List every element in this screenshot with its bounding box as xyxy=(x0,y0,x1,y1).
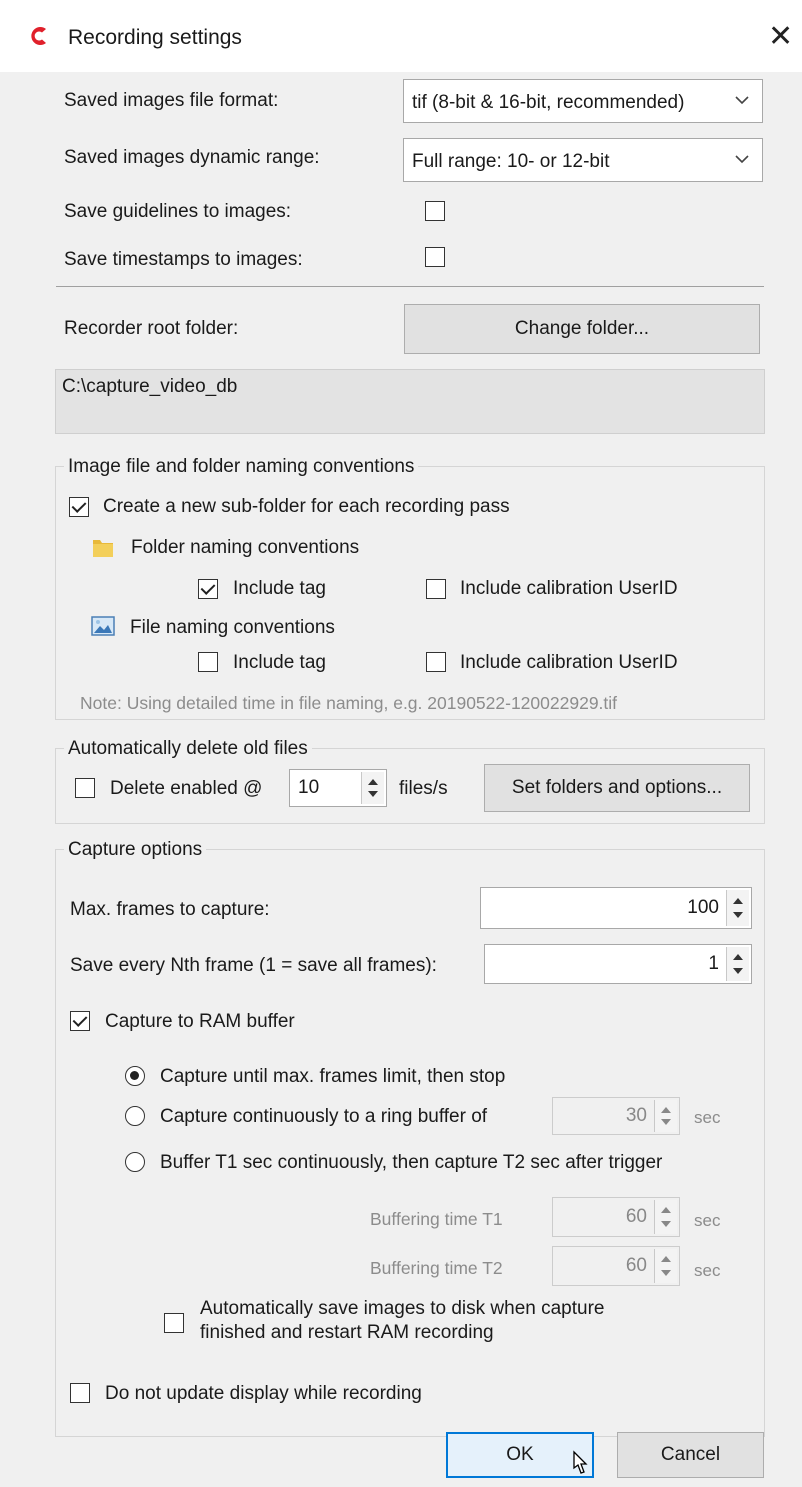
max-frames-stepper[interactable]: 100 xyxy=(480,887,752,929)
max-frames-value: 100 xyxy=(687,897,719,918)
radio-capture-until-limit-label[interactable]: Capture until max. frames limit, then st… xyxy=(160,1066,505,1088)
dynamic-range-label: Saved images dynamic range: xyxy=(64,147,320,168)
capture-group-title: Capture options xyxy=(64,839,207,861)
file-include-userid-label[interactable]: Include calibration UserID xyxy=(460,652,678,674)
radio-buffer-t1-t2[interactable] xyxy=(125,1152,145,1172)
window-title: Recording settings xyxy=(68,26,242,49)
dynamic-range-select[interactable]: Full range: 10- or 12-bit xyxy=(403,138,763,182)
file-conventions-label: File naming conventions xyxy=(130,617,335,638)
spin-arrows-icon[interactable] xyxy=(726,947,749,981)
t1-label: Buffering time T1 xyxy=(370,1209,503,1229)
dynamic-range-value: Full range: 10- or 12-bit xyxy=(412,151,610,172)
ram-buffer-label[interactable]: Capture to RAM buffer xyxy=(105,1011,295,1033)
separator xyxy=(56,286,764,287)
nth-frame-label: Save every Nth frame (1 = save all frame… xyxy=(70,955,437,976)
capture-options-group xyxy=(55,849,765,1437)
mouse-cursor-icon xyxy=(568,1450,596,1482)
root-folder-path-field: C:\capture_video_db xyxy=(55,369,765,434)
root-folder-label: Recorder root folder: xyxy=(64,318,239,339)
naming-group-title: Image file and folder naming conventions xyxy=(64,456,419,478)
image-file-icon xyxy=(90,614,116,638)
no-update-display-label[interactable]: Do not update display while recording xyxy=(105,1383,422,1405)
naming-note: Note: Using detailed time in file naming… xyxy=(80,693,618,713)
close-icon[interactable]: ✕ xyxy=(768,22,793,52)
radio-buffer-t1-t2-label[interactable]: Buffer T1 sec continuously, then capture… xyxy=(160,1152,662,1174)
folder-conventions-label: Folder naming conventions xyxy=(131,537,360,558)
root-folder-path: C:\capture_video_db xyxy=(62,376,238,397)
radio-ring-buffer-label[interactable]: Capture continuously to a ring buffer of xyxy=(160,1106,487,1128)
t2-unit: sec xyxy=(694,1261,721,1280)
t1-value: 60 xyxy=(625,1206,647,1227)
t1-unit: sec xyxy=(694,1211,721,1230)
nth-frame-stepper[interactable]: 1 xyxy=(484,944,752,984)
delete-rate-unit: files/s xyxy=(399,778,448,799)
autosave-checkbox[interactable] xyxy=(164,1313,184,1333)
spin-arrows-icon[interactable] xyxy=(654,1100,677,1132)
delete-enabled-checkbox[interactable] xyxy=(75,778,95,798)
subfolder-label[interactable]: Create a new sub-folder for each recordi… xyxy=(103,496,510,518)
file-include-userid-checkbox[interactable] xyxy=(426,652,446,672)
save-timestamps-checkbox[interactable] xyxy=(425,247,445,267)
spin-arrows-icon[interactable] xyxy=(654,1249,677,1283)
folder-include-userid-label[interactable]: Include calibration UserID xyxy=(460,578,678,600)
t2-label: Buffering time T2 xyxy=(370,1258,503,1278)
delete-group-title: Automatically delete old files xyxy=(64,738,312,760)
chevron-down-icon xyxy=(735,155,749,164)
folder-include-tag-checkbox[interactable] xyxy=(198,579,218,599)
delete-rate-stepper[interactable]: 10 xyxy=(289,769,387,807)
ring-buffer-stepper[interactable]: 30 xyxy=(552,1097,680,1135)
spin-arrows-icon[interactable] xyxy=(654,1200,677,1234)
t2-value: 60 xyxy=(625,1255,647,1276)
app-logo-icon xyxy=(26,24,50,48)
autosave-label-line1[interactable]: Automatically save images to disk when c… xyxy=(200,1298,604,1320)
t2-stepper[interactable]: 60 xyxy=(552,1246,680,1286)
nth-frame-value: 1 xyxy=(708,953,719,974)
delete-rate-value: 10 xyxy=(298,777,320,798)
change-folder-button[interactable]: Change folder... xyxy=(404,304,760,354)
folder-include-userid-checkbox[interactable] xyxy=(426,579,446,599)
folder-include-tag-label[interactable]: Include tag xyxy=(233,578,326,600)
folder-icon xyxy=(90,534,116,560)
file-format-select[interactable]: tif (8-bit & 16-bit, recommended) xyxy=(403,79,763,123)
ring-buffer-unit: sec xyxy=(694,1108,721,1127)
save-guidelines-label: Save guidelines to images: xyxy=(64,201,292,222)
spin-arrows-icon[interactable] xyxy=(726,890,749,926)
radio-ring-buffer[interactable] xyxy=(125,1106,145,1126)
ram-buffer-checkbox[interactable] xyxy=(70,1011,90,1031)
radio-capture-until-limit[interactable] xyxy=(125,1066,145,1086)
subfolder-checkbox[interactable] xyxy=(69,497,89,517)
max-frames-label: Max. frames to capture: xyxy=(70,899,270,920)
set-folders-options-button[interactable]: Set folders and options... xyxy=(484,764,750,812)
delete-enabled-label[interactable]: Delete enabled @ xyxy=(110,778,262,800)
save-guidelines-checkbox[interactable] xyxy=(425,201,445,221)
save-timestamps-label: Save timestamps to images: xyxy=(64,249,303,270)
ring-buffer-value: 30 xyxy=(625,1105,647,1126)
no-update-display-checkbox[interactable] xyxy=(70,1383,90,1403)
file-format-label: Saved images file format: xyxy=(64,90,279,111)
file-format-value: tif (8-bit & 16-bit, recommended) xyxy=(412,92,685,113)
chevron-down-icon xyxy=(735,96,749,105)
file-include-tag-label[interactable]: Include tag xyxy=(233,652,326,674)
autosave-label-line2[interactable]: finished and restart RAM recording xyxy=(200,1322,494,1344)
t1-stepper[interactable]: 60 xyxy=(552,1197,680,1237)
cancel-button[interactable]: Cancel xyxy=(617,1432,764,1478)
file-include-tag-checkbox[interactable] xyxy=(198,652,218,672)
spin-arrows-icon[interactable] xyxy=(361,772,384,804)
